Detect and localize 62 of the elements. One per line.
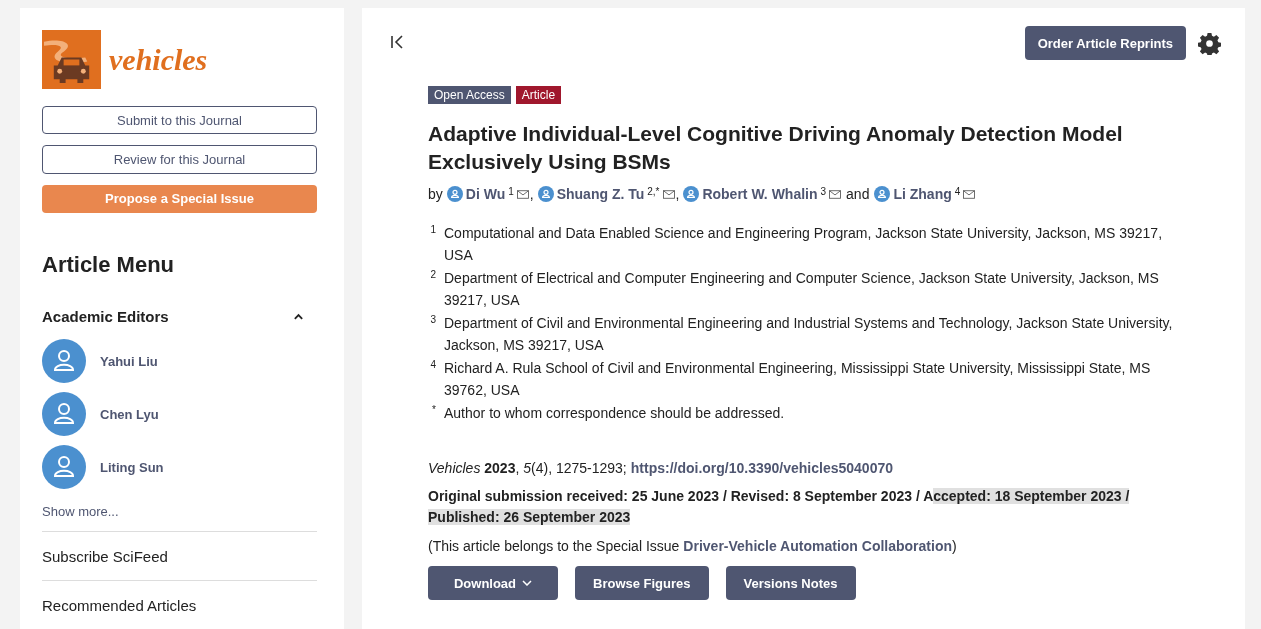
action-button[interactable]: Download <box>428 566 558 600</box>
chevron-icon[interactable] <box>293 312 304 321</box>
menu-link[interactable]: Recommended Articles <box>42 597 197 614</box>
affiliation-number: 2 <box>429 268 436 282</box>
person-icon <box>537 186 554 202</box>
article-badge: Open Access <box>428 86 511 104</box>
person-icon <box>683 186 700 202</box>
doi-link[interactable]: https://doi.org/10.3390/vehicles5040070 <box>630 460 893 476</box>
menu-link[interactable]: Subscribe SciFeed <box>42 548 168 565</box>
affiliation-number: 3 <box>429 313 436 327</box>
editor-link[interactable]: Chen Lyu <box>100 406 159 422</box>
closing-paren: ) <box>952 538 957 554</box>
avatar-icon <box>42 339 86 383</box>
affiliation-mark: 3 <box>820 186 827 197</box>
author-separator: and <box>846 186 870 202</box>
caret-icon <box>522 580 533 586</box>
envelope-icon[interactable] <box>662 189 675 199</box>
affiliation-text: Department of Electrical and Computer Engineering and Computer Science, Jackson State University, Jackson, MS 39217, USA <box>444 269 1160 310</box>
avatar-icon <box>42 445 86 489</box>
author-separator: , <box>529 186 534 202</box>
editor-link[interactable]: Yahui Liu <box>100 353 158 369</box>
article-badge: Article <box>515 86 562 104</box>
collapse-icon[interactable] <box>390 35 404 49</box>
author-link[interactable]: Di Wu <box>465 186 506 202</box>
dates-text: Original submission received: 25 June 2023 / Revised: 8 September 2023 / Accepted: 18 September 2023 / Published: 26 September 2023 <box>428 487 1131 527</box>
author-link[interactable]: Li Zhang <box>893 186 952 202</box>
section-title: Academic Editors <box>42 308 169 325</box>
affiliation-number: 4 <box>429 358 436 372</box>
logo-icon <box>42 30 101 89</box>
affiliation-number: 1 <box>429 223 436 237</box>
reprints-button[interactable]: Order Article Reprints <box>1024 26 1186 60</box>
settings-icon[interactable] <box>1198 31 1221 55</box>
article-title: Adaptive Individual-Level Cognitive Driving Anomaly Detection Model Exclusively Using BSMs <box>428 121 1124 175</box>
affiliation-text: Department of Civil and Environmental Engineering and Industrial Systems and Technology, Jackson State University, Jackson, MS 39217, USA <box>444 314 1174 355</box>
author-separator: , <box>675 186 680 202</box>
affiliation-text: Richard A. Rula School of Civil and Environmental Engineering, Mississippi State University, Mississippi State, MS 39762, USA <box>444 359 1152 400</box>
author-link[interactable]: Robert W. Whalin <box>702 186 818 202</box>
affiliation-number: * <box>431 403 436 417</box>
show-more-link[interactable]: Show more... <box>42 504 119 519</box>
envelope-icon[interactable] <box>516 189 529 199</box>
menu-title: Article Menu <box>42 252 176 278</box>
action-button[interactable]: Browse Figures <box>575 566 709 600</box>
special-issue-text: (This article belongs to the Special Issue <box>428 538 680 554</box>
person-icon <box>874 186 891 202</box>
by-label: by <box>428 186 443 202</box>
special-issue-link[interactable]: Driver-Vehicle Automation Collaboration <box>683 538 952 554</box>
journal-name: vehicles <box>109 42 208 77</box>
affiliation-text: Computational and Data Enabled Science and Engineering Program, Jackson State University, Jackson, MS 39217, USA <box>444 224 1164 265</box>
avatar-icon <box>42 392 86 436</box>
affiliation-mark: 1 <box>508 186 514 197</box>
person-icon <box>446 186 463 202</box>
citation-text: Vehicles 2023, 5(4), 1275-1293; <box>428 460 627 476</box>
affiliation-mark: 2,* <box>647 186 660 197</box>
affiliation-text: Author to whom correspondence should be addressed. <box>444 404 785 423</box>
author-link[interactable]: Shuang Z. Tu <box>556 186 645 202</box>
affiliation-mark: 4 <box>954 186 961 197</box>
journal-button[interactable]: Review for this Journal <box>42 145 317 174</box>
envelope-icon[interactable] <box>963 189 976 199</box>
envelope-icon[interactable] <box>829 189 842 199</box>
editor-link[interactable]: Liting Sun <box>100 459 164 475</box>
journal-button[interactable]: Submit to this Journal <box>42 106 317 135</box>
action-button[interactable]: Versions Notes <box>725 566 856 600</box>
